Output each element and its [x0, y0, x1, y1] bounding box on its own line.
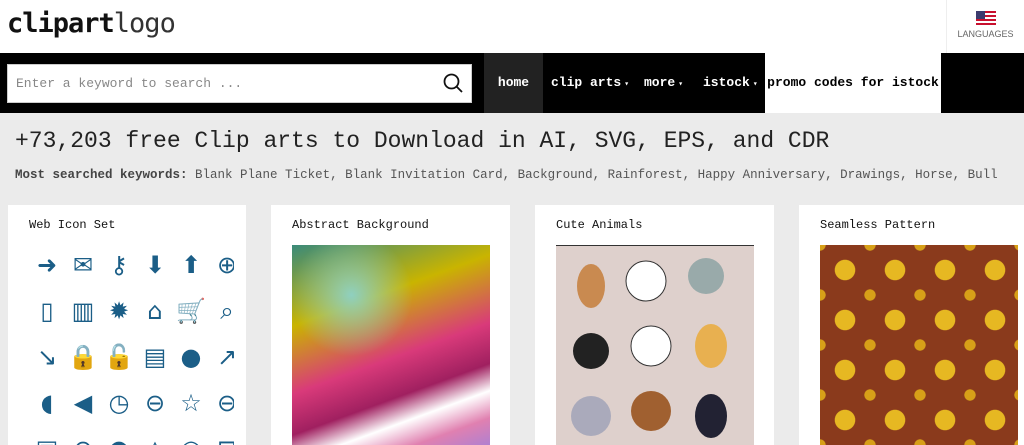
card-seamless-pattern[interactable]: Seamless Pattern — [799, 205, 1024, 445]
navbar: home clip arts▾ more▾ istock▾ promo code… — [0, 53, 1024, 113]
nav-istock[interactable]: istock ▾ — [703, 53, 758, 113]
page-title: +73,203 free Clip arts to Download in AI… — [15, 128, 830, 154]
web-icon: ✉ — [72, 251, 94, 279]
search-box — [7, 64, 472, 103]
web-icon: ▥ — [71, 297, 95, 325]
card-image[interactable] — [556, 245, 754, 445]
card-web-icon-set[interactable]: Web Icon Set ➜✉⚷⬇⬆⊕▯▥✹⌂🛒⌕↘🔒🔓▤●↗◖◀◷⊖☆⊖▣⊘●… — [8, 205, 246, 445]
nav-more[interactable]: more ▾ — [644, 53, 683, 113]
search-icon[interactable] — [443, 73, 463, 93]
nav-clip-arts[interactable]: clip arts ▾ — [551, 53, 629, 113]
web-icon: ⌕ — [220, 297, 234, 325]
most-searched-keywords: Most searched keywords: Blank Plane Tick… — [15, 168, 998, 182]
web-icon: ⌂ — [147, 297, 163, 325]
web-icon: 🛒 — [176, 297, 206, 325]
card-abstract-background[interactable]: Abstract Background — [271, 205, 510, 445]
logo-light: logo — [113, 8, 176, 39]
keywords-list[interactable]: Blank Plane Ticket, Blank Invitation Car… — [195, 168, 998, 182]
keywords-label: Most searched keywords: — [15, 168, 188, 182]
web-icon: ▤ — [143, 343, 167, 371]
languages-button[interactable]: LANGUAGES — [946, 0, 1024, 53]
web-icon: ⊖ — [216, 389, 234, 417]
caret-down-icon: ▾ — [678, 80, 684, 89]
web-icon: ▯ — [40, 297, 54, 325]
nav-label: promo codes for istock — [767, 75, 939, 90]
web-icon: ☆ — [180, 389, 202, 417]
web-icon: ◷ — [108, 389, 130, 417]
web-icon: ⚷ — [110, 251, 128, 279]
web-icon: ⬆ — [180, 251, 202, 279]
card-image[interactable] — [820, 245, 1018, 445]
web-icon: ⊕ — [216, 251, 234, 279]
card-image[interactable] — [292, 245, 490, 445]
nav-label: more — [644, 75, 676, 90]
web-icon: ✹ — [108, 297, 130, 325]
animals-illustration — [571, 258, 727, 438]
web-icon: ➜ — [36, 251, 58, 279]
web-icon: ↘ — [36, 343, 58, 371]
card-cute-animals[interactable]: Cute Animals — [535, 205, 774, 445]
web-icon: ● — [180, 343, 202, 371]
web-icon: ⊘ — [65, 431, 101, 445]
web-icon: ⬇ — [144, 251, 166, 279]
web-icon: 🔓 — [104, 343, 134, 371]
us-flag-icon — [975, 11, 996, 25]
web-icon: ◖ — [40, 389, 54, 417]
card-title: Seamless Pattern — [820, 218, 936, 232]
logo-bold: clipart — [7, 8, 115, 39]
icon-grid: ➜✉⚷⬇⬆⊕▯▥✹⌂🛒⌕↘🔒🔓▤●↗◖◀◷⊖☆⊖▣⊘●△◠⊟ — [29, 245, 234, 445]
nav-label: istock — [703, 75, 750, 90]
nav-home-label: home — [497, 75, 530, 90]
nav-label: clip arts — [551, 75, 622, 90]
web-icon: ↗ — [216, 343, 234, 371]
caret-down-icon: ▾ — [752, 80, 758, 89]
card-title: Cute Animals — [556, 218, 643, 232]
search-input[interactable] — [8, 65, 428, 102]
nav-promo-codes[interactable]: promo codes for istock — [765, 53, 941, 113]
card-title: Web Icon Set — [29, 218, 116, 232]
web-icon: ▣ — [29, 431, 65, 445]
web-icon: ◠ — [173, 431, 209, 445]
caret-down-icon: ▾ — [624, 80, 630, 89]
web-icon: ⊖ — [144, 389, 166, 417]
card-image[interactable]: ➜✉⚷⬇⬆⊕▯▥✹⌂🛒⌕↘🔒🔓▤●↗◖◀◷⊖☆⊖▣⊘●△◠⊟ — [29, 245, 234, 445]
card-title: Abstract Background — [292, 218, 429, 232]
web-icon: ⊟ — [209, 431, 234, 445]
web-icon: ● — [101, 431, 137, 445]
languages-label: LANGUAGES — [957, 29, 1014, 39]
web-icon: 🔒 — [68, 343, 98, 371]
web-icon: ◀ — [73, 389, 93, 417]
header: clipartlogo LANGUAGES — [0, 0, 1024, 53]
web-icon: △ — [137, 431, 173, 445]
nav-home[interactable]: home — [484, 53, 543, 113]
logo[interactable]: clipartlogo — [7, 8, 176, 39]
